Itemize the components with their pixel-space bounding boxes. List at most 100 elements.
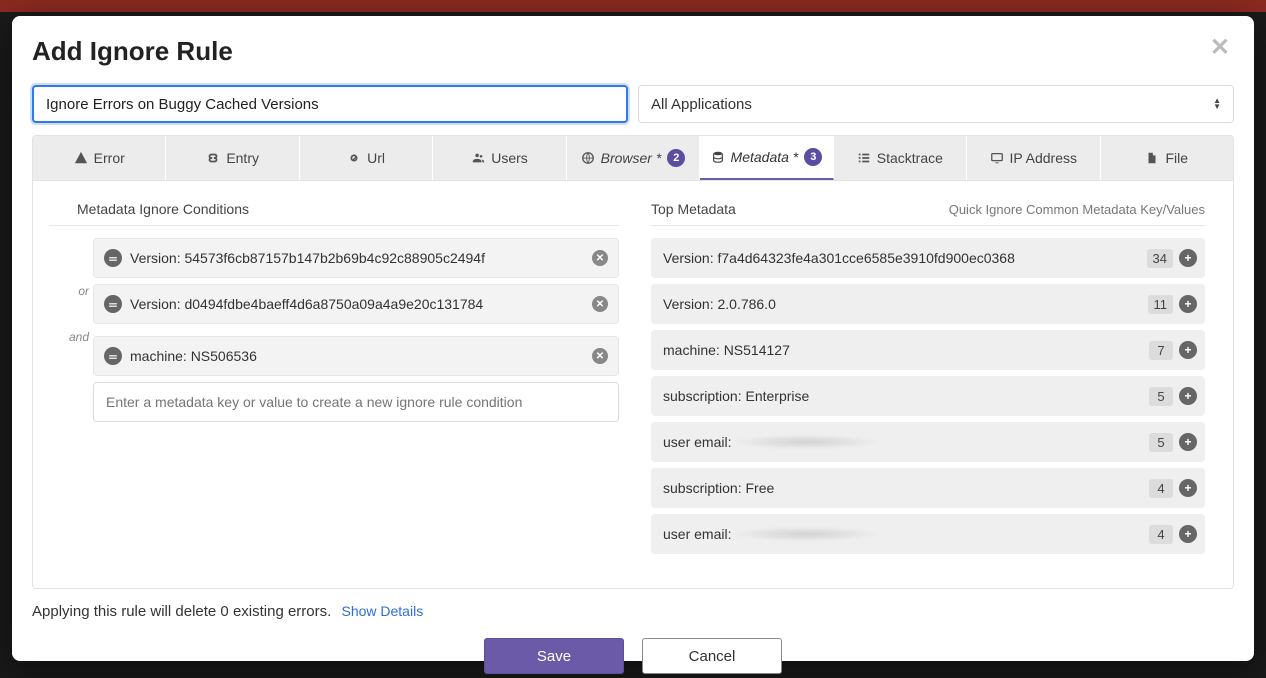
add-metadata-icon[interactable]: +	[1179, 295, 1197, 313]
add-metadata-icon[interactable]: +	[1179, 525, 1197, 543]
tabs-bar: Error Entry Url Users Browser * 2	[33, 136, 1233, 181]
tab-url[interactable]: Url	[300, 136, 433, 180]
footer-summary-row: Applying this rule will delete 0 existin…	[32, 603, 1234, 620]
metadata-count: 4	[1149, 525, 1173, 544]
tab-label: Metadata *	[731, 149, 799, 165]
tab-metadata[interactable]: Metadata * 3	[700, 136, 833, 180]
select-caret-icon: ▲▼	[1213, 98, 1221, 110]
database-icon	[711, 150, 725, 164]
tab-count-badge: 3	[804, 148, 822, 166]
footer-summary: Applying this rule will delete 0 existin…	[32, 603, 331, 620]
top-metadata-row[interactable]: user email: 5 +	[651, 422, 1205, 462]
tab-count-badge: 2	[667, 149, 685, 167]
metadata-label: subscription: Enterprise	[663, 388, 1143, 404]
backdrop	[0, 0, 1266, 12]
add-ignore-rule-modal: Add Ignore Rule ✕ All Applications ▲▼ Er…	[12, 16, 1254, 661]
redacted-value	[735, 527, 875, 541]
tab-label: IP Address	[1010, 150, 1077, 166]
conditions-list: ＝ Version: 54573f6cb87157b147b2b69b4c92c…	[49, 238, 619, 422]
show-details-link[interactable]: Show Details	[341, 603, 423, 619]
tab-ip-address[interactable]: IP Address	[967, 136, 1100, 180]
link-icon	[206, 151, 220, 165]
tab-label: Error	[94, 150, 125, 166]
conditions-title: Metadata Ignore Conditions	[49, 201, 249, 217]
conditions-header: Metadata Ignore Conditions	[49, 201, 619, 226]
equals-icon: ＝	[104, 295, 122, 313]
add-metadata-icon[interactable]: +	[1179, 249, 1197, 267]
redacted-value	[735, 435, 875, 449]
condition-item: ＝ machine: NS506536 ✕	[93, 336, 619, 376]
footer-buttons: Save Cancel	[32, 638, 1234, 674]
metadata-label: Version: 2.0.786.0	[663, 296, 1142, 312]
condition-text: Version: 54573f6cb87157b147b2b69b4c92c88…	[130, 250, 584, 266]
add-metadata-icon[interactable]: +	[1179, 479, 1197, 497]
metadata-label: user email:	[663, 434, 1143, 450]
add-metadata-icon[interactable]: +	[1179, 433, 1197, 451]
browser-icon	[581, 151, 595, 165]
top-metadata-column: Top Metadata Quick Ignore Common Metadat…	[651, 201, 1205, 560]
metadata-label: user email:	[663, 526, 1143, 542]
cancel-button[interactable]: Cancel	[642, 638, 782, 674]
users-icon	[471, 151, 485, 165]
tab-entry[interactable]: Entry	[166, 136, 299, 180]
metadata-count: 5	[1149, 387, 1173, 406]
tab-browser[interactable]: Browser * 2	[567, 136, 700, 180]
top-metadata-row[interactable]: subscription: Enterprise 5 +	[651, 376, 1205, 416]
metadata-label: Version: f7a4d64323fe4a301cce6585e3910fd…	[663, 250, 1141, 266]
tab-label: Stacktrace	[877, 150, 943, 166]
list-icon	[857, 151, 871, 165]
top-metadata-header: Top Metadata Quick Ignore Common Metadat…	[651, 201, 1205, 226]
remove-condition-icon[interactable]: ✕	[592, 250, 608, 266]
top-metadata-row[interactable]: Version: 2.0.786.0 11 +	[651, 284, 1205, 324]
top-metadata-subtitle: Quick Ignore Common Metadata Key/Values	[949, 202, 1205, 217]
add-metadata-icon[interactable]: +	[1179, 387, 1197, 405]
top-metadata-row[interactable]: user email: 4 +	[651, 514, 1205, 554]
top-metadata-row[interactable]: subscription: Free 4 +	[651, 468, 1205, 508]
add-metadata-icon[interactable]: +	[1179, 341, 1197, 359]
top-metadata-row[interactable]: Version: f7a4d64323fe4a301cce6585e3910fd…	[651, 238, 1205, 278]
tab-label: Url	[367, 150, 385, 166]
connector-or: or	[49, 284, 89, 298]
new-condition-input[interactable]	[93, 382, 619, 422]
link-icon	[347, 151, 361, 165]
close-icon[interactable]: ✕	[1206, 36, 1234, 60]
application-select[interactable]: All Applications ▲▼	[638, 85, 1234, 123]
application-select-value: All Applications	[651, 96, 752, 113]
modal-title: Add Ignore Rule	[32, 36, 233, 67]
tab-label: Users	[491, 150, 528, 166]
equals-icon: ＝	[104, 347, 122, 365]
remove-condition-icon[interactable]: ✕	[592, 348, 608, 364]
tab-label: Entry	[226, 150, 259, 166]
tab-stacktrace[interactable]: Stacktrace	[834, 136, 967, 180]
condition-text: Version: d0494fdbe4baeff4d6a8750a09a4a9e…	[130, 296, 584, 312]
equals-icon: ＝	[104, 249, 122, 267]
modal-header: Add Ignore Rule ✕	[32, 36, 1234, 67]
tab-label: Browser *	[601, 150, 662, 166]
remove-condition-icon[interactable]: ✕	[592, 296, 608, 312]
condition-item: ＝ Version: d0494fdbe4baeff4d6a8750a09a4a…	[93, 284, 619, 324]
top-metadata-row[interactable]: machine: NS514127 7 +	[651, 330, 1205, 370]
tab-body-metadata: Metadata Ignore Conditions ＝ Version: 54…	[33, 181, 1233, 588]
connector-and: and	[49, 330, 89, 344]
metadata-count: 4	[1149, 479, 1173, 498]
monitor-icon	[990, 151, 1004, 165]
metadata-count: 5	[1149, 433, 1173, 452]
tab-error[interactable]: Error	[33, 136, 166, 180]
metadata-label: subscription: Free	[663, 480, 1143, 496]
top-metadata-list: Version: f7a4d64323fe4a301cce6585e3910fd…	[651, 238, 1205, 554]
condition-text: machine: NS506536	[130, 348, 584, 364]
file-icon	[1145, 151, 1159, 165]
conditions-column: Metadata Ignore Conditions ＝ Version: 54…	[49, 201, 619, 560]
inputs-row: All Applications ▲▼	[32, 85, 1234, 123]
tab-users[interactable]: Users	[433, 136, 566, 180]
tabs-panel: Error Entry Url Users Browser * 2	[32, 135, 1234, 589]
rule-name-input[interactable]	[32, 85, 628, 123]
metadata-count: 11	[1148, 295, 1174, 314]
metadata-count: 7	[1149, 341, 1173, 360]
metadata-count: 34	[1147, 249, 1173, 268]
tab-label: File	[1165, 150, 1188, 166]
save-button[interactable]: Save	[484, 638, 624, 674]
tab-file[interactable]: File	[1101, 136, 1233, 180]
top-metadata-title: Top Metadata	[651, 201, 736, 217]
metadata-label: machine: NS514127	[663, 342, 1143, 358]
